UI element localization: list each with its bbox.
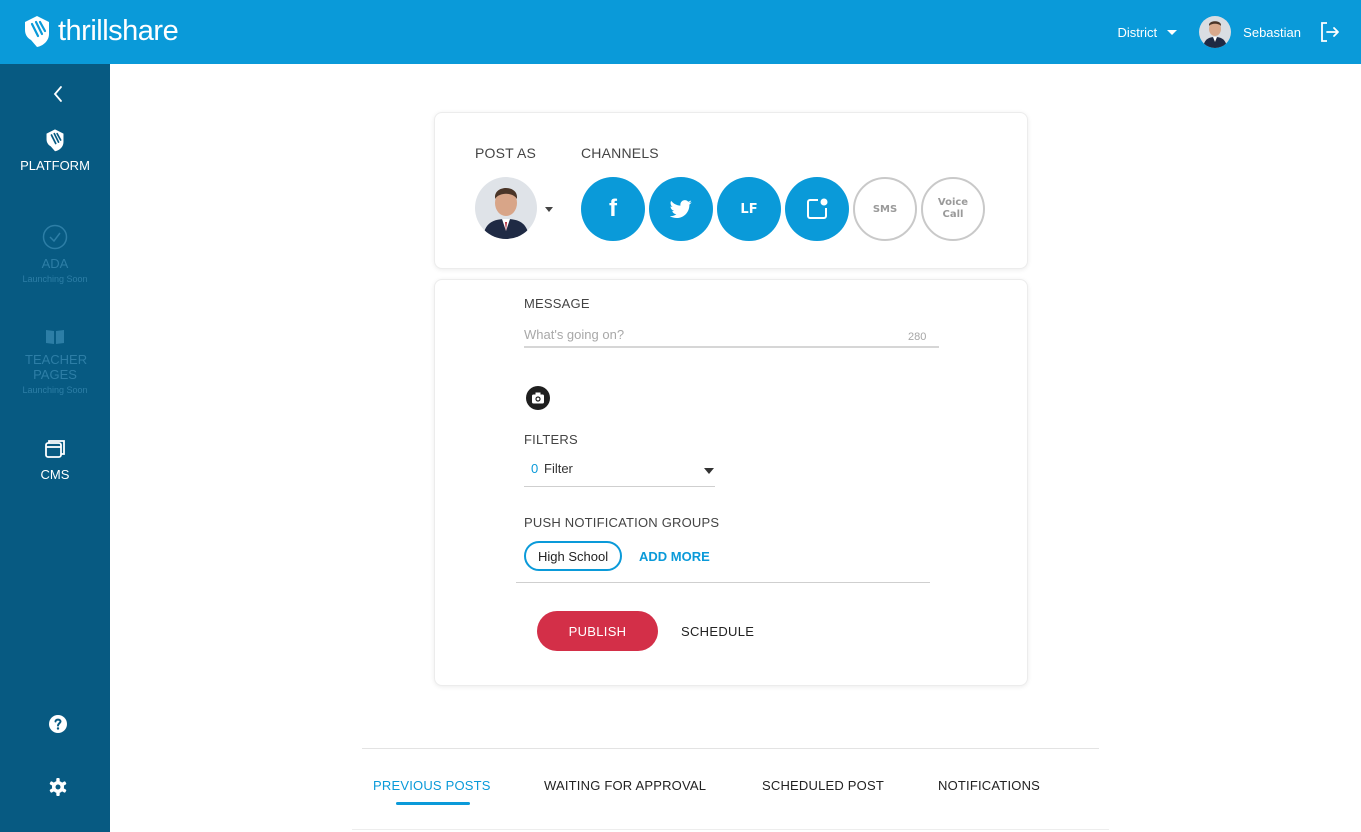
- app-logo[interactable]: thrillshare: [22, 14, 179, 48]
- top-bar: thrillshare District Sebastian: [0, 0, 1361, 64]
- channels-label: CHANNELS: [581, 145, 659, 161]
- sidebar-item-ada[interactable]: ADA Launching Soon: [0, 224, 110, 284]
- publish-button[interactable]: PUBLISH: [537, 611, 658, 651]
- push-notification-icon: [807, 198, 828, 219]
- filter-text: Filter: [544, 461, 573, 476]
- message-label: MESSAGE: [524, 296, 590, 311]
- tab-notifications[interactable]: NOTIFICATIONS: [938, 778, 1040, 793]
- channel-live-feed[interactable]: LF: [717, 177, 781, 241]
- sidebar-item-sublabel: Launching Soon: [22, 274, 88, 284]
- gear-icon[interactable]: [48, 777, 68, 797]
- tab-scheduled-post[interactable]: SCHEDULED POST: [762, 778, 884, 793]
- help-icon[interactable]: [48, 714, 68, 734]
- filter-count: 0: [531, 461, 539, 476]
- sidebar-item-label: TEACHER PAGES: [25, 352, 88, 382]
- live-feed-icon: LF: [740, 201, 758, 217]
- chevron-down-icon: [704, 468, 714, 474]
- sidebar-item-teacher-pages[interactable]: TEACHER PAGES Launching Soon: [0, 328, 110, 395]
- character-counter: 280: [908, 331, 927, 343]
- schedule-button[interactable]: SCHEDULE: [681, 624, 754, 639]
- channel-sms[interactable]: SMS: [853, 177, 917, 241]
- post-settings-card: POST AS CHANNELS f LF SMS Voice Call: [434, 112, 1028, 269]
- filters-label: FILTERS: [524, 432, 578, 447]
- push-groups-label: PUSH NOTIFICATION GROUPS: [524, 515, 720, 530]
- sidebar: PLATFORM ADA Launching Soon TEACHER PAGE…: [0, 64, 110, 832]
- twitter-icon: [670, 200, 692, 218]
- camera-icon: [532, 392, 544, 404]
- channel-twitter[interactable]: [649, 177, 713, 241]
- check-circle-icon: [42, 224, 68, 250]
- user-name[interactable]: Sebastian: [1243, 25, 1301, 40]
- sidebar-item-platform[interactable]: PLATFORM: [0, 128, 110, 173]
- app-name: thrillshare: [58, 14, 179, 47]
- district-label: District: [1117, 24, 1158, 40]
- channel-push-notification[interactable]: [785, 177, 849, 241]
- district-dropdown[interactable]: District: [1117, 24, 1178, 40]
- post-as-label: POST AS: [475, 145, 537, 161]
- browser-window-icon: [45, 440, 65, 458]
- sidebar-item-cms[interactable]: CMS: [0, 439, 110, 482]
- tab-waiting-for-approval[interactable]: WAITING FOR APPROVAL: [544, 778, 706, 793]
- camera-button[interactable]: [526, 386, 550, 410]
- sidebar-item-label: ADA: [41, 256, 69, 271]
- sidebar-item-label: PLATFORM: [20, 158, 90, 173]
- message-card: MESSAGE 280 FILTERS 0 Filter PUSH NOTIFI…: [434, 279, 1028, 686]
- facebook-icon: f: [609, 195, 617, 222]
- active-tab-indicator: [396, 802, 470, 805]
- tab-previous-posts[interactable]: PREVIOUS POSTS: [373, 778, 491, 793]
- message-input[interactable]: [524, 322, 939, 348]
- book-icon: [46, 330, 64, 344]
- thrillshare-logo-icon: [25, 16, 49, 47]
- voice-call-icon: Voice Call: [937, 197, 969, 220]
- divider: [516, 582, 930, 583]
- chevron-left-icon[interactable]: [50, 84, 66, 104]
- user-avatar[interactable]: [1199, 16, 1232, 48]
- filter-dropdown[interactable]: 0 Filter: [524, 457, 715, 487]
- group-chip[interactable]: High School: [524, 541, 623, 571]
- sms-icon: SMS: [872, 203, 898, 215]
- post-as-dropdown-caret-icon[interactable]: [545, 207, 553, 212]
- divider: [352, 829, 1109, 830]
- add-more-link[interactable]: ADD MORE: [639, 549, 710, 564]
- channel-voice-call[interactable]: Voice Call: [921, 177, 985, 241]
- platform-icon: [46, 129, 64, 152]
- logout-icon[interactable]: [1319, 21, 1341, 43]
- sidebar-item-sublabel: Launching Soon: [22, 385, 88, 395]
- user-photo-icon: [475, 177, 537, 239]
- post-as-avatar[interactable]: [475, 177, 537, 239]
- channel-facebook[interactable]: f: [581, 177, 645, 241]
- sidebar-item-label: CMS: [40, 467, 70, 482]
- divider: [362, 748, 1099, 749]
- user-photo-icon: [1199, 16, 1232, 48]
- chevron-down-icon: [1167, 29, 1178, 35]
- group-chip-label: High School: [538, 548, 609, 564]
